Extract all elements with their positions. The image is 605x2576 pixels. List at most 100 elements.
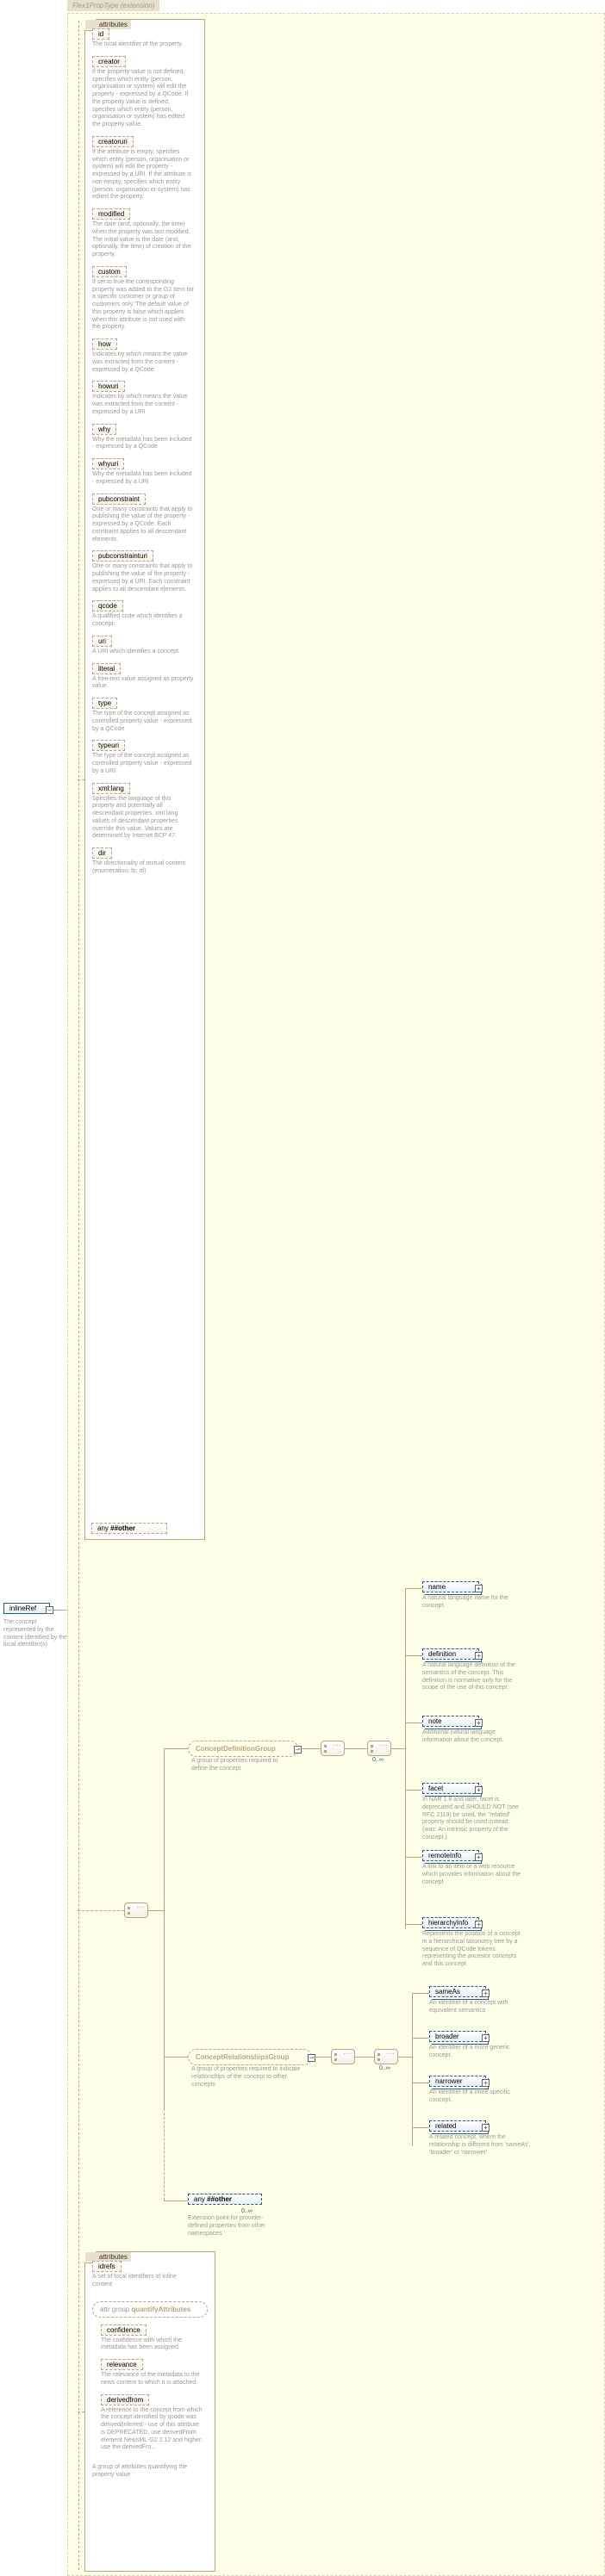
idrefs-desc: A set of local identifiers of inline con… xyxy=(92,2274,196,2289)
anyel-h xyxy=(164,2200,188,2201)
root-element[interactable]: inlineRef – xyxy=(3,1603,50,1614)
attr-box-how[interactable]: how xyxy=(92,338,117,350)
element-note[interactable]: note+ xyxy=(422,1716,479,1727)
attr-box-why[interactable]: why xyxy=(92,424,116,435)
attr-literal: literal A free-text value assigned as pro… xyxy=(92,663,197,692)
crg-h4 xyxy=(398,2057,412,2058)
attrs-connector-h xyxy=(78,779,84,780)
attr-box-typeuri[interactable]: typeuri xyxy=(92,740,125,751)
attr-derivedfrom: derivedfromA reference to the concept fr… xyxy=(101,2394,208,2453)
expand-icon[interactable]: + xyxy=(475,1853,483,1861)
qag-title: quantifyAttributes xyxy=(131,2306,190,2313)
root-label: inlineRef xyxy=(9,1605,36,1612)
element-definition[interactable]: definition+ xyxy=(422,1648,479,1660)
attr-why: whyWhy the metadata has been included - … xyxy=(92,424,197,452)
attr-desc-relevance: The relevance of the metadata to the new… xyxy=(101,2372,203,2387)
attr-box-confidence[interactable]: confidence xyxy=(101,2325,147,2336)
element-broader[interactable]: broader+ xyxy=(429,2031,486,2042)
element-sameAs[interactable]: sameAs+ xyxy=(429,1986,486,1997)
child-line xyxy=(405,1655,422,1656)
cdg-sequence[interactable] xyxy=(321,1741,345,1756)
element-desc: An identifier of a more generic concept. xyxy=(429,2045,531,2060)
element-label: related xyxy=(435,2122,456,2130)
quantify-attributes-group[interactable]: attr group quantifyAttributes xyxy=(92,2301,208,2318)
concept-definition-group[interactable]: ConceptDefinitionGroup – xyxy=(188,1741,298,1757)
attr-box-modified[interactable]: modified xyxy=(92,208,130,220)
element-remoteInfo[interactable]: remoteInfo+ xyxy=(422,1850,479,1861)
attr-desc-confidence: The confidence with which the metadata h… xyxy=(101,2337,203,2353)
sequence-compositor-main[interactable] xyxy=(124,1903,148,1918)
cdg-h2 xyxy=(298,1748,321,1749)
attr-howuri: howuriIndicates by which means the value… xyxy=(92,381,197,416)
attr-box-dir[interactable]: dir xyxy=(92,847,112,859)
attr-desc-whyuri: Why the metadata has been included - exp… xyxy=(92,471,194,487)
attr-box-whyuri[interactable]: whyuri xyxy=(92,458,124,469)
expand-icon[interactable]: + xyxy=(482,2124,490,2132)
anyel-card: 0..∞ xyxy=(241,2208,253,2214)
expand-icon[interactable]: + xyxy=(475,1786,483,1794)
cdg-choice[interactable] xyxy=(367,1741,391,1756)
element-desc: A natural language name for the concept. xyxy=(422,1595,524,1611)
attr-desc-qcode: A qualified code which identifies a conc… xyxy=(92,613,194,629)
element-narrower[interactable]: narrower+ xyxy=(429,2076,486,2087)
element-label: name xyxy=(428,1583,446,1591)
collapse-icon[interactable]: – xyxy=(46,1606,53,1614)
expand-icon[interactable]: – xyxy=(294,1746,302,1754)
crg-h3 xyxy=(355,2057,374,2058)
attr-uri: uri A URI which identifies a concept. xyxy=(92,636,197,656)
child-line xyxy=(405,1790,422,1791)
any-other-attr[interactable]: any ##other xyxy=(91,1523,167,1534)
attr-desc-pubconstrainturi: One or many constraints that apply to pu… xyxy=(92,563,194,593)
attr-list-1: idThe local identifier of the property.c… xyxy=(85,20,204,888)
idrefs-attr[interactable]: idrefs xyxy=(92,2261,122,2272)
expand-icon[interactable]: – xyxy=(308,2054,315,2062)
attr-box-qcode[interactable]: qcode xyxy=(92,600,123,611)
attr-box-pubconstrainturi[interactable]: pubconstrainturi xyxy=(92,550,153,562)
attr-box-derivedfrom[interactable]: derivedfrom xyxy=(101,2394,149,2405)
expand-icon[interactable]: + xyxy=(475,1921,483,1928)
attr-box-id[interactable]: id xyxy=(92,28,109,40)
concept-relationships-group[interactable]: ConceptRelationshipsGroup – xyxy=(188,2049,312,2065)
idrefs-label: idrefs xyxy=(98,2263,115,2270)
expand-icon[interactable]: + xyxy=(482,2034,490,2042)
crg-sequence[interactable] xyxy=(331,2049,355,2064)
element-facet[interactable]: facet+ xyxy=(422,1783,479,1794)
attr-pubconstraint: pubconstraintOne or many constraints tha… xyxy=(92,493,197,544)
attr-box-creator[interactable]: creator xyxy=(92,56,126,67)
expand-icon[interactable]: + xyxy=(475,1652,483,1660)
attr-desc-creatoruri: If the attribute is empty, specifies whi… xyxy=(92,149,194,202)
attr-box-type[interactable]: type xyxy=(92,698,117,709)
attr-modified: modifiedThe date (and, optionally, the t… xyxy=(92,208,197,259)
attr-creatoruri: creatoruri If the attribute is empty, spe… xyxy=(92,136,197,202)
attr-box-howuri[interactable]: howuri xyxy=(92,381,125,392)
attr-type: typeThe type of the concept assigned as … xyxy=(92,698,197,733)
attr-box-xml:lang[interactable]: xml:lang xyxy=(92,783,130,794)
any-element[interactable]: any ##other xyxy=(188,2194,262,2205)
expand-icon[interactable]: + xyxy=(475,1585,483,1592)
crg-card: 0..∞ xyxy=(379,2065,390,2071)
attr-desc-uri: A URI which identifies a concept. xyxy=(92,649,194,656)
element-desc: In NAR 1.8 and later, facet is deprecate… xyxy=(422,1797,524,1842)
attr-box-pubconstraint[interactable]: pubconstraint xyxy=(92,493,146,505)
attr-desc-pubconstraint: One or many constraints that apply to pu… xyxy=(92,506,194,544)
crg-choice[interactable] xyxy=(374,2049,398,2064)
attr-box-custom[interactable]: custom xyxy=(92,266,127,277)
expand-icon[interactable]: + xyxy=(475,1719,483,1727)
element-related[interactable]: related+ xyxy=(429,2120,486,2132)
expand-icon[interactable]: + xyxy=(482,1989,490,1997)
element-hierarchyInfo[interactable]: hierarchyInfo+ xyxy=(422,1917,479,1928)
attr-box-literal[interactable]: literal xyxy=(92,663,121,674)
crg-desc: A group of properties required to indica… xyxy=(191,2066,309,2089)
attr-box-creatoruri[interactable]: creatoruri xyxy=(92,136,134,147)
expand-icon[interactable]: + xyxy=(482,2079,490,2087)
attr-box-relevance[interactable]: relevance xyxy=(101,2359,143,2370)
element-name[interactable]: name+ xyxy=(422,1581,479,1592)
attr-desc-literal: A free-text value assigned as property v… xyxy=(92,676,194,692)
element-label: remoteInfo xyxy=(428,1852,461,1859)
attr-box-uri[interactable]: uri xyxy=(92,636,112,647)
attr-confidence: confidenceThe confidence with which the … xyxy=(101,2325,208,2353)
child-line xyxy=(405,1924,422,1925)
element-label: sameAs xyxy=(435,1988,460,1996)
element-label: hierarchyInfo xyxy=(428,1919,468,1927)
any-label: any xyxy=(97,1524,109,1532)
